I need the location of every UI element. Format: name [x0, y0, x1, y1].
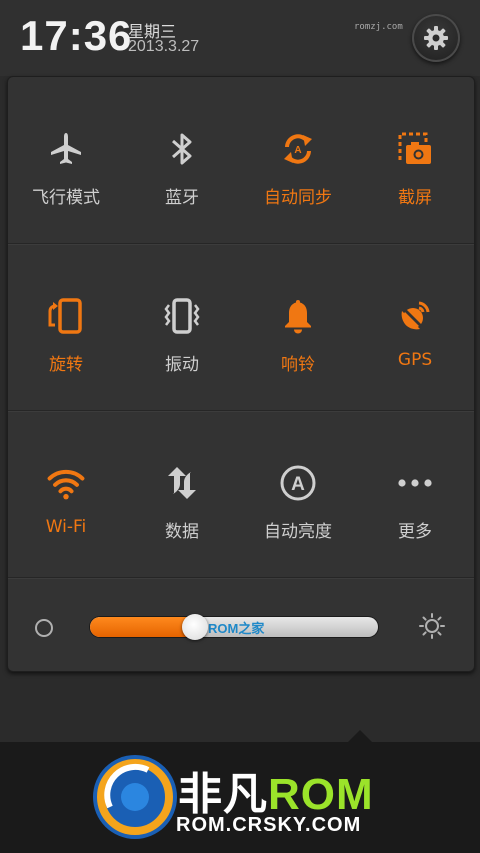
toggle-auto-sync[interactable]: A 自动同步 [240, 77, 356, 243]
toggle-wifi[interactable]: Wi-Fi [8, 411, 124, 577]
brightness-control: ROM之家 [8, 578, 474, 671]
toggle-row: Wi-Fi 数据 A 自动亮度 更多 [8, 411, 474, 577]
toggle-label: Wi-Fi [45, 517, 87, 537]
brightness-thumb[interactable] [182, 614, 208, 640]
sync-icon: A [284, 134, 312, 164]
toggle-row: 旋转 振动 响铃 GPS [8, 244, 474, 410]
toggle-label: 响铃 [281, 355, 315, 375]
data-icon [168, 467, 196, 499]
toggle-label: 截屏 [398, 188, 432, 208]
auto-brightness-icon: A [280, 465, 316, 501]
date: 2013.3.27 [128, 38, 200, 55]
brightness-slider[interactable]: ROM之家 [90, 614, 378, 640]
toggle-label: GPS [397, 350, 433, 370]
brightness-high-icon [419, 613, 445, 639]
more-icon [398, 479, 432, 487]
quick-settings-panel: 飞行模式 蓝牙 A 自动同步 截屏 旋转 振动 响铃 GPS Wi-Fi 数据 … [7, 76, 475, 672]
panel-pointer [348, 730, 372, 742]
brightness-fill [90, 617, 195, 637]
toggle-label: 振动 [165, 355, 199, 375]
svg-text:A: A [291, 474, 305, 495]
toggle-label: 自动亮度 [264, 522, 332, 542]
toggle-ring[interactable]: 响铃 [240, 244, 356, 410]
bell-icon [285, 300, 311, 334]
toggle-label: 飞行模式 [32, 188, 100, 208]
toggle-vibrate[interactable]: 振动 [124, 244, 240, 410]
brightness-low-icon [35, 619, 53, 637]
airplane-icon [51, 133, 81, 164]
brand-name: 非凡ROM [178, 758, 374, 822]
brand-url: ROM.CRSKY.COM [176, 814, 362, 836]
toggle-label: 自动同步 [264, 188, 332, 208]
toggle-label: 更多 [398, 522, 432, 542]
brand-rom: ROM [268, 770, 374, 819]
toggle-screenshot[interactable]: 截屏 [357, 77, 473, 243]
slider-watermark: ROM之家 [208, 621, 265, 636]
settings-button[interactable] [412, 14, 460, 62]
status-bar: 17:36 星期三 2013.3.27 romzj.com [0, 0, 480, 76]
brand-logo-icon [93, 755, 177, 839]
toggle-row: 飞行模式 蓝牙 A 自动同步 截屏 [8, 77, 474, 243]
toggle-label: 蓝牙 [165, 188, 199, 208]
toggle-auto-brightness[interactable]: A 自动亮度 [240, 411, 356, 577]
toggle-data[interactable]: 数据 [124, 411, 240, 577]
toggle-label: 旋转 [49, 355, 83, 375]
toggle-label: 数据 [165, 522, 199, 542]
toggle-more[interactable]: 更多 [357, 411, 473, 577]
toggle-bluetooth[interactable]: 蓝牙 [124, 77, 240, 243]
vibrate-icon [164, 298, 200, 334]
clock: 17:36 [20, 12, 133, 59]
gps-icon [401, 301, 430, 330]
rotate-icon [48, 298, 82, 334]
watermark-text: romzj.com [354, 22, 403, 32]
toggle-airplane[interactable]: 飞行模式 [8, 77, 124, 243]
svg-text:A: A [294, 145, 301, 156]
toggle-rotate[interactable]: 旋转 [8, 244, 124, 410]
toggle-gps[interactable]: GPS [357, 244, 473, 410]
gear-icon [424, 26, 448, 50]
screenshot-icon [398, 132, 431, 164]
bluetooth-icon [172, 133, 192, 165]
brand-cn: 非凡 [178, 770, 268, 819]
wifi-icon [47, 469, 85, 500]
